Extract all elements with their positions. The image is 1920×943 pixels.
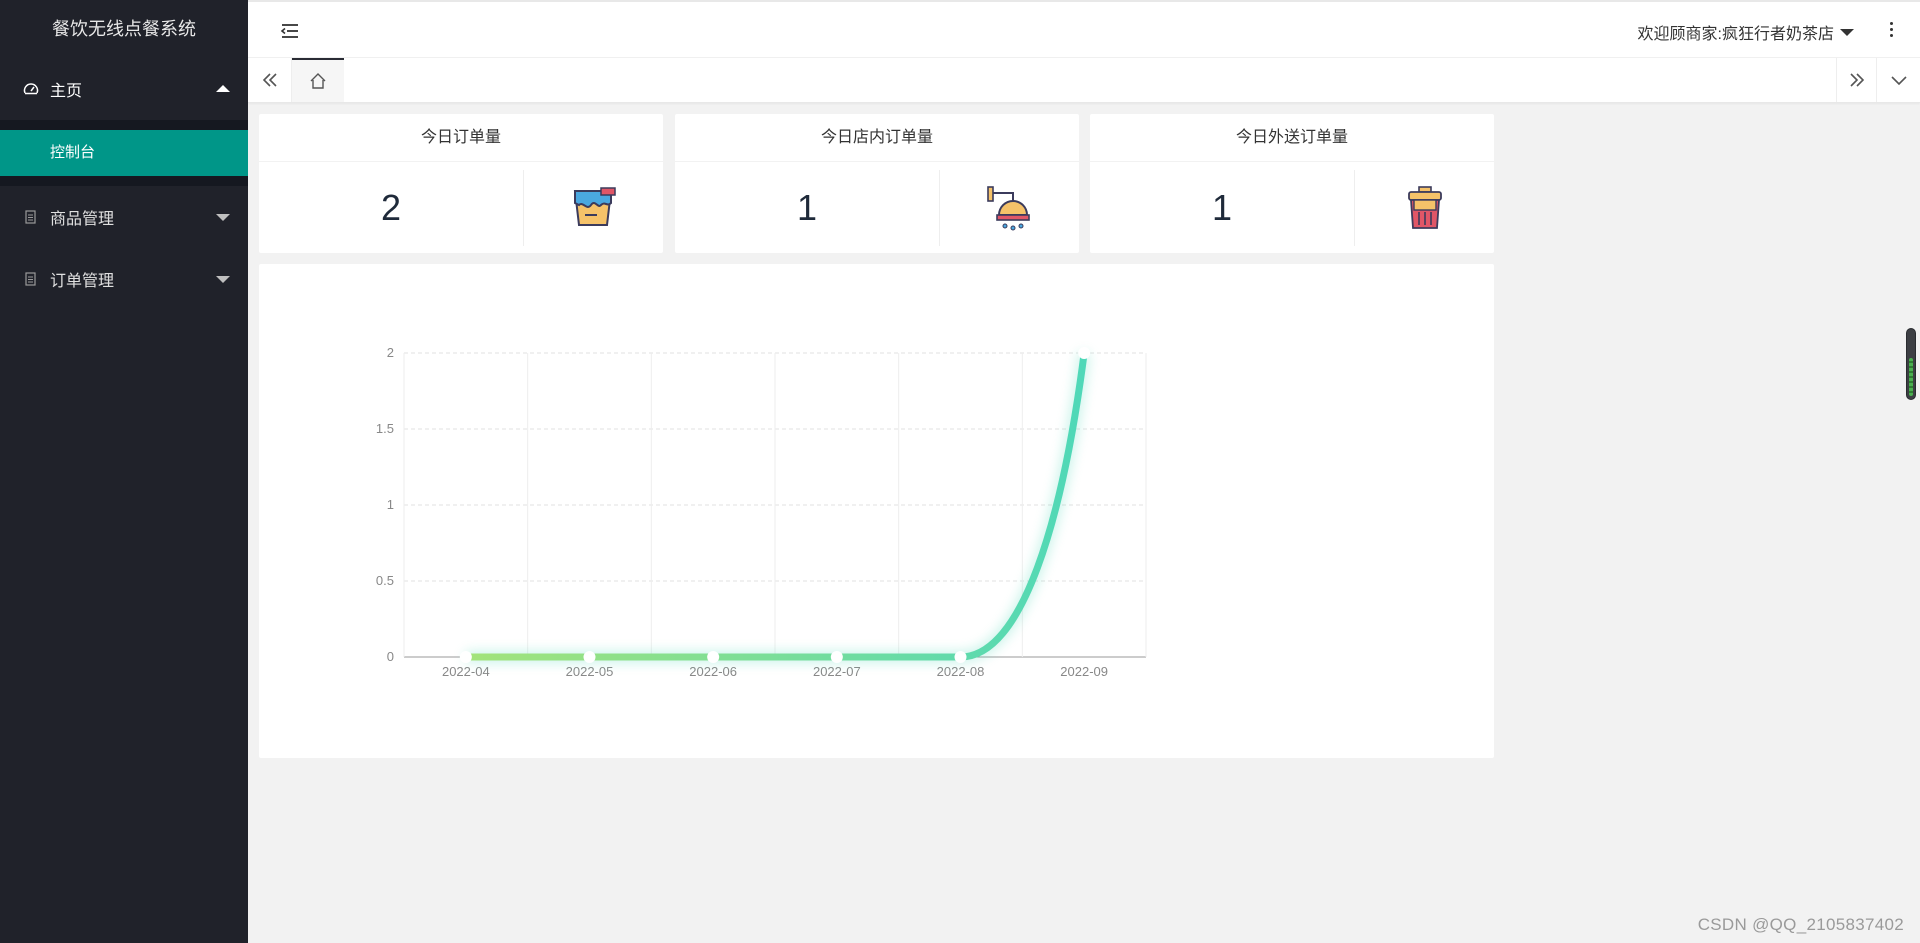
sidebar-item-label: 主页 — [50, 83, 83, 100]
x-tick-label: 2022-08 — [937, 664, 985, 679]
y-tick-label: 1.5 — [376, 421, 394, 436]
data-point[interactable] — [954, 651, 967, 663]
x-tick-label: 2022-05 — [566, 664, 614, 679]
card-title: 今日订单量 — [259, 114, 663, 162]
x-tick-label: 2022-06 — [689, 664, 737, 679]
sidebar-item-label: 商品管理 — [50, 211, 115, 228]
data-point[interactable] — [459, 651, 472, 663]
tabs-menu-button[interactable] — [1876, 58, 1920, 102]
order-trend-chart: 0 0.5 1 1.5 2 2022-04 2022-05 2022-06 2022-07 202… — [259, 264, 1494, 758]
card-value: 1 — [1211, 187, 1233, 228]
sidebar: 餐饮无线点餐系统 主页 控制台 商品管理 订单管理 — [0, 0, 248, 943]
page-scrollbar[interactable] — [1906, 328, 1916, 400]
dashboard-icon — [23, 83, 39, 95]
watermark: CSDN @QQ_2105837402 — [1697, 915, 1904, 934]
caret-down-icon — [216, 214, 230, 221]
card-value: 1 — [796, 187, 818, 228]
y-tick-label: 1 — [387, 497, 394, 512]
paint-bucket-icon — [573, 186, 616, 226]
more-vertical-icon[interactable] — [1888, 22, 1894, 40]
file-icon — [25, 210, 36, 224]
tab-home[interactable] — [292, 58, 344, 102]
stat-card-delivery-orders: 今日外送订单量 1 — [1090, 114, 1494, 253]
shower-icon — [986, 185, 1030, 230]
sidebar-item-products[interactable]: 商品管理 — [0, 186, 248, 248]
line-chart: 0 0.5 1 1.5 2 2022-04 2022-05 2022-06 2022-07 202… — [376, 345, 1147, 679]
y-tick-label: 2 — [387, 345, 394, 360]
double-right-icon — [1849, 73, 1864, 87]
app-title: 餐饮无线点餐系统 — [52, 19, 196, 39]
stat-card-today-orders: 今日订单量 2 — [259, 114, 663, 253]
x-tick-label: 2022-04 — [442, 664, 490, 679]
sidebar-item-label: 订单管理 — [50, 273, 115, 290]
x-tick-label: 2022-09 — [1060, 664, 1108, 679]
card-title: 今日外送订单量 — [1090, 114, 1494, 162]
menu-fold-icon[interactable] — [280, 22, 300, 40]
trash-bin-icon — [1407, 185, 1442, 229]
sidebar-item-orders[interactable]: 订单管理 — [0, 248, 248, 310]
card-value: 2 — [380, 187, 402, 228]
sidebar-item-console[interactable]: 控制台 — [0, 130, 248, 176]
user-menu[interactable]: 欢迎顾商家:疯狂行者奶茶店 — [1638, 20, 1854, 44]
tabs-prev-button[interactable] — [248, 58, 292, 102]
tabs-bar — [248, 58, 1920, 103]
data-point[interactable] — [583, 651, 596, 663]
y-tick-label: 0.5 — [376, 573, 394, 588]
caret-down-icon — [1840, 28, 1854, 36]
stat-card-dine-in-orders: 今日店内订单量 1 — [675, 114, 1079, 253]
caret-down-icon — [216, 276, 230, 283]
double-left-icon — [262, 73, 277, 87]
tabs-next-button[interactable] — [1836, 58, 1876, 102]
data-point[interactable] — [707, 651, 720, 663]
home-icon — [310, 73, 326, 89]
sidebar-submenu-home: 控制台 — [0, 120, 248, 186]
y-tick-label: 0 — [387, 649, 394, 664]
file-icon — [25, 272, 36, 286]
card-title: 今日店内订单量 — [675, 114, 1079, 162]
top-header: 欢迎顾商家:疯狂行者奶茶店 — [248, 0, 1920, 58]
chevron-down-icon — [1890, 76, 1907, 86]
data-point[interactable] — [1078, 347, 1091, 359]
user-label: 欢迎顾商家:疯狂行者奶茶店 — [1637, 26, 1834, 43]
caret-up-icon — [216, 85, 230, 92]
x-tick-label: 2022-07 — [813, 664, 861, 679]
data-point[interactable] — [830, 651, 843, 663]
sidebar-item-home[interactable]: 主页 — [0, 58, 248, 120]
